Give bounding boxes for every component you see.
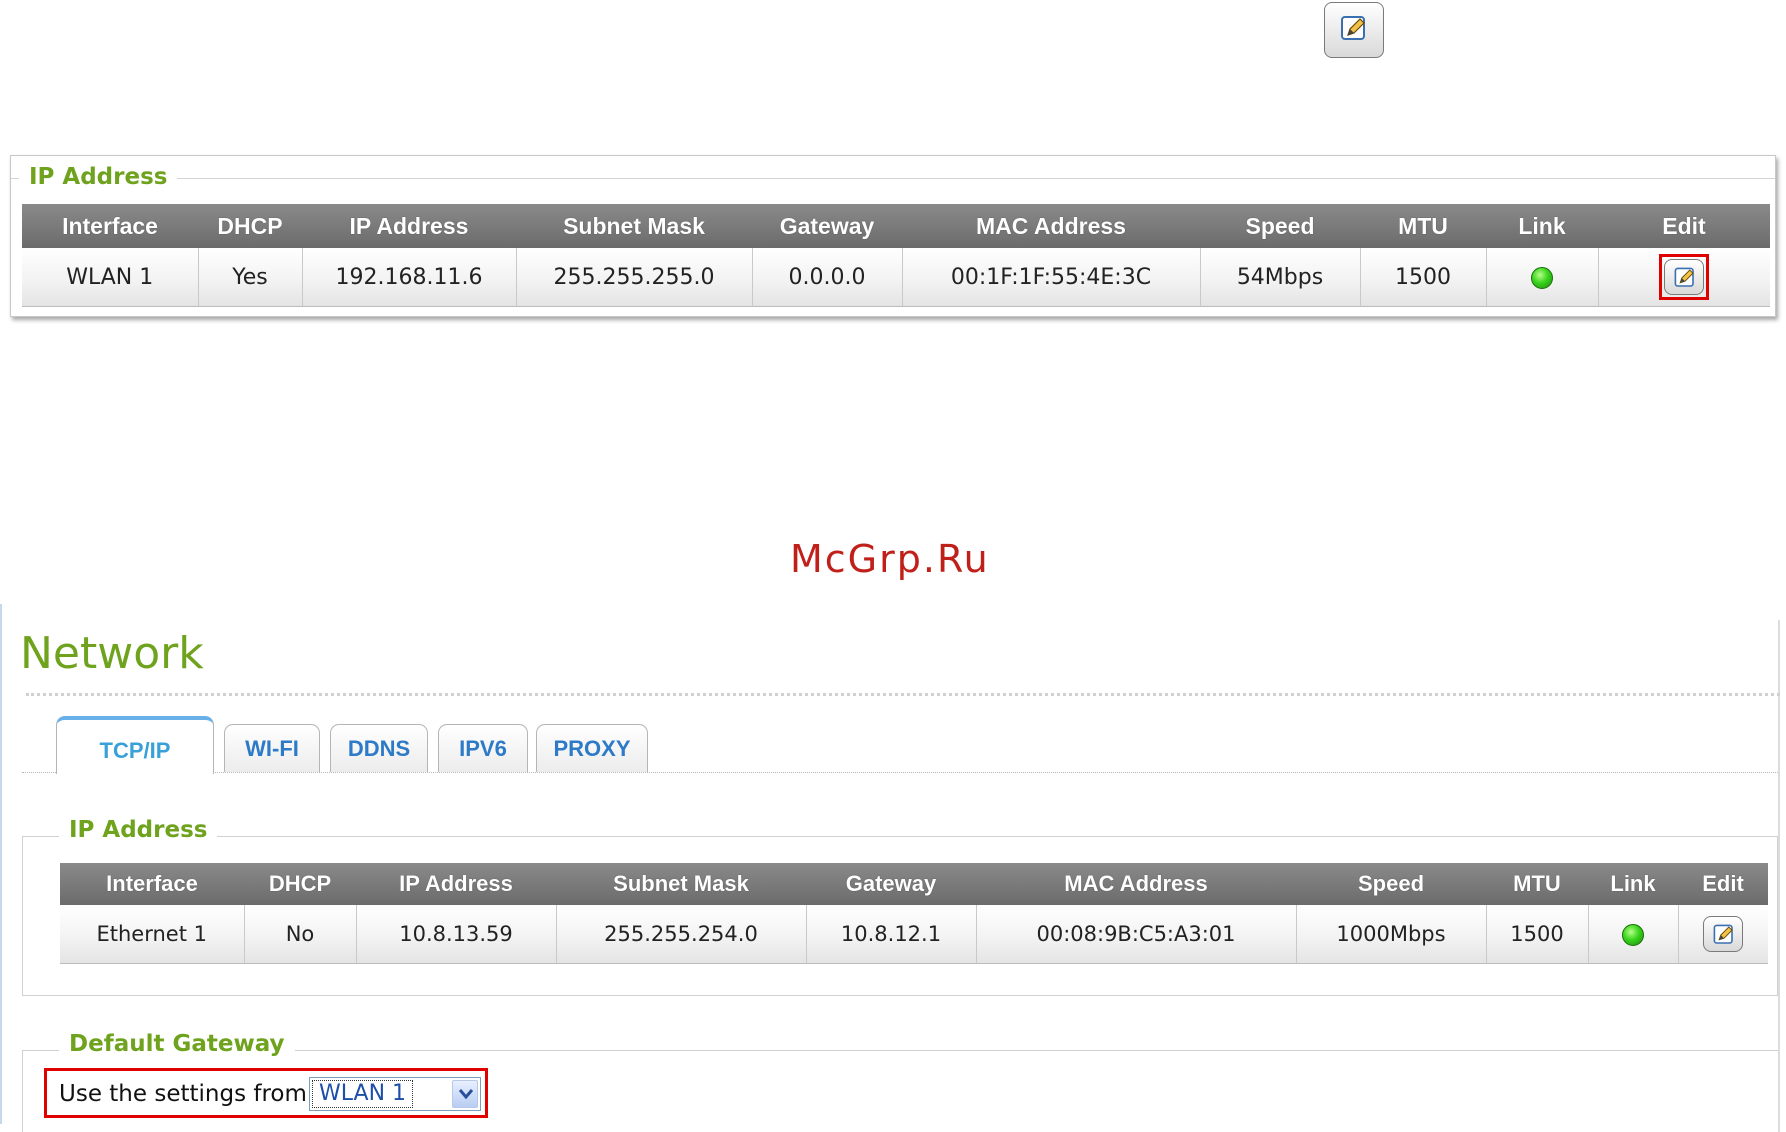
page-title: Network (20, 628, 204, 679)
edit-button[interactable] (1703, 916, 1744, 952)
cell-ip: 10.8.13.59 (356, 905, 557, 964)
cell-mac: 00:08:9B:C5:A3:01 (976, 905, 1297, 964)
col-header-link: Link (1486, 204, 1598, 248)
ip-table: Interface DHCP IP Address Subnet Mask Ga… (60, 863, 1768, 964)
dropdown-button[interactable] (452, 1080, 478, 1108)
cell-dhcp: Yes (198, 248, 303, 307)
gateway-source-label: Use the settings from: (59, 1081, 315, 1107)
col-header-edit: Edit (1598, 204, 1770, 248)
cell-subnet: 255.255.254.0 (556, 905, 807, 964)
col-header-mtu: MTU (1360, 204, 1486, 248)
col-header-interface: Interface (22, 204, 198, 248)
cell-speed: 1000Mbps (1296, 905, 1487, 964)
cell-link (1486, 248, 1599, 307)
ip-table-top: Interface DHCP IP Address Subnet Mask Ga… (22, 204, 1770, 307)
col-header-ip: IP Address (356, 863, 556, 905)
col-header-interface: Interface (60, 863, 244, 905)
cell-mtu: 1500 (1486, 905, 1589, 964)
chevron-down-icon (459, 1089, 473, 1099)
col-header-ip: IP Address (302, 204, 516, 248)
edit-pencil-icon (1341, 16, 1365, 40)
tab-tcpip[interactable]: TCP/IP (56, 716, 214, 774)
col-header-gateway: Gateway (806, 863, 976, 905)
link-status-icon (1622, 924, 1644, 946)
edit-button[interactable] (1324, 2, 1384, 58)
highlight-box: Use the settings from: WLAN 1 (44, 1068, 488, 1118)
panel-legend: IP Address (19, 164, 178, 190)
col-header-speed: Speed (1296, 863, 1486, 905)
col-header-mtu: MTU (1486, 863, 1588, 905)
title-divider (26, 693, 1780, 696)
cell-link (1588, 905, 1679, 964)
watermark: McGrp.Ru (790, 537, 990, 581)
legend-line (11, 178, 1775, 179)
edit-pencil-icon (1713, 924, 1734, 944)
cell-edit (1678, 905, 1768, 964)
cell-mac: 00:1F:1F:55:4E:3C (902, 248, 1201, 307)
edit-pencil-icon (1674, 267, 1695, 287)
col-header-speed: Speed (1200, 204, 1360, 248)
tab-ipv6[interactable]: IPV6 (438, 724, 528, 772)
cell-interface: WLAN 1 (22, 248, 199, 307)
table-row: WLAN 1 Yes 192.168.11.6 255.255.255.0 0.… (22, 248, 1770, 307)
highlight-box (1659, 254, 1710, 300)
col-header-dhcp: DHCP (244, 863, 356, 905)
table-header-row: Interface DHCP IP Address Subnet Mask Ga… (60, 863, 1768, 905)
cell-ip: 192.168.11.6 (302, 248, 517, 307)
panel-legend: Default Gateway (59, 1031, 295, 1057)
col-header-mac: MAC Address (902, 204, 1200, 248)
col-header-mac: MAC Address (976, 863, 1296, 905)
edit-button[interactable] (1664, 259, 1705, 295)
table-row: Ethernet 1 No 10.8.13.59 255.255.254.0 1… (60, 905, 1768, 964)
col-header-subnet: Subnet Mask (516, 204, 752, 248)
cell-gateway: 10.8.12.1 (806, 905, 977, 964)
gateway-source-select[interactable]: WLAN 1 (309, 1077, 481, 1111)
cell-gateway: 0.0.0.0 (752, 248, 903, 307)
tab-wifi[interactable]: WI-FI (224, 724, 320, 772)
col-header-subnet: Subnet Mask (556, 863, 806, 905)
cell-dhcp: No (244, 905, 357, 964)
cell-interface: Ethernet 1 (60, 905, 245, 964)
cell-subnet: 255.255.255.0 (516, 248, 753, 307)
window-edge (0, 604, 2, 1124)
cell-mtu: 1500 (1360, 248, 1487, 307)
window-edge (1778, 620, 1780, 1132)
col-header-link: Link (1588, 863, 1678, 905)
col-header-edit: Edit (1678, 863, 1768, 905)
table-header-row: Interface DHCP IP Address Subnet Mask Ga… (22, 204, 1770, 248)
tab-ddns[interactable]: DDNS (330, 724, 428, 772)
panel-legend: IP Address (59, 817, 218, 843)
col-header-dhcp: DHCP (198, 204, 302, 248)
cell-edit (1598, 248, 1770, 307)
col-header-gateway: Gateway (752, 204, 902, 248)
link-status-icon (1531, 266, 1553, 289)
cell-speed: 54Mbps (1200, 248, 1361, 307)
tab-proxy[interactable]: PROXY (536, 724, 648, 772)
select-value: WLAN 1 (312, 1080, 414, 1108)
